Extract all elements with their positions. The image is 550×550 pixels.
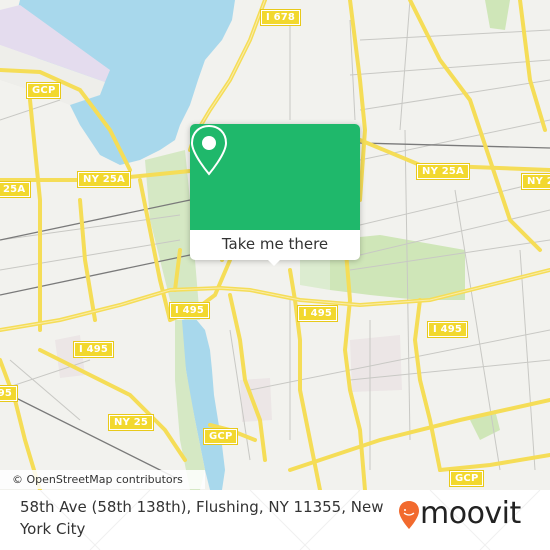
- location-popup: Take me there: [190, 124, 360, 266]
- moovit-brand[interactable]: moovit: [420, 497, 521, 531]
- park-ne: [485, 0, 510, 30]
- address-text: 58th Ave (58th 138th), Flushing, NY 1135…: [20, 498, 384, 538]
- highway-shield-gcp: GCP: [448, 470, 485, 487]
- highway-shield-ny25a: NY 25A: [77, 171, 131, 188]
- highway-shield-ny25a: NY 25A: [416, 163, 470, 180]
- highway-shield-i495: I 495: [72, 341, 115, 358]
- moovit-logo-icon: [399, 501, 419, 529]
- map-attribution[interactable]: © OpenStreetMap contributors: [0, 470, 205, 489]
- highway-shield-i495: I 495: [0, 385, 19, 402]
- highway-shield-ny25a: 25A: [0, 181, 32, 198]
- highway-shield-i495: I 495: [426, 321, 469, 338]
- map-view[interactable]: GCP I 678 25A NY 25A NY 25A NY 25A I 495…: [0, 0, 550, 490]
- highway-shield-ny25a: NY 25A: [521, 173, 550, 190]
- map-pin-icon: [190, 124, 228, 176]
- highway-shield-ny25: NY 25: [107, 414, 155, 431]
- residential-area: [350, 335, 402, 392]
- highway-shield-gcp: GCP: [25, 82, 62, 99]
- popup-pointer: [266, 258, 282, 266]
- highway-shield-gcp: GCP: [202, 428, 239, 445]
- highway-shield-i495: I 495: [296, 305, 339, 322]
- take-me-there-button[interactable]: Take me there: [190, 230, 360, 260]
- popup-header: [190, 124, 360, 230]
- highway-shield-i678: I 678: [259, 9, 302, 26]
- highway-shield-i495: I 495: [168, 302, 211, 319]
